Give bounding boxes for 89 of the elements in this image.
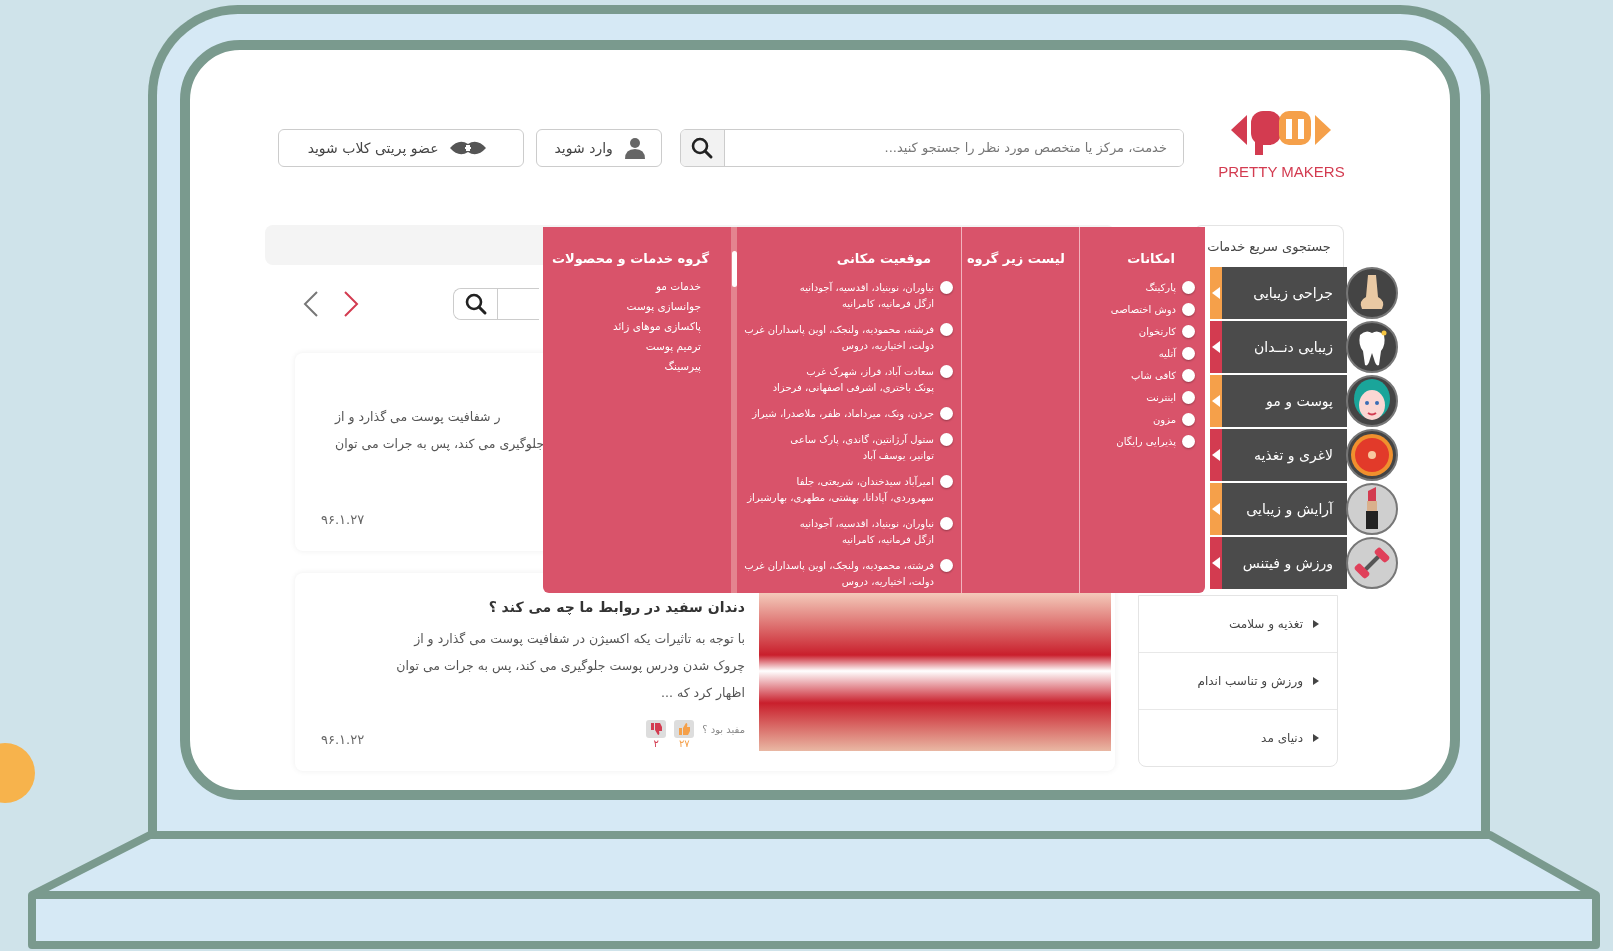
menu-link[interactable]: پاکسازی موهای زائد (543, 320, 701, 332)
menu-option[interactable]: امیرآباد سیدخندان، شریعتی، جلفا سهروردی، آپادانا، بهشتی، مطهری، بهارشیراز (737, 474, 953, 506)
radio-icon (1182, 369, 1195, 382)
lips-icon (448, 139, 487, 156)
radio-icon (940, 281, 953, 294)
menu-option[interactable]: مزون (1080, 412, 1195, 428)
category-label: آرایش و زیبایی (1246, 501, 1333, 517)
article-date: ۹۶.۱.۲۷ (321, 512, 365, 527)
radio-icon (940, 433, 953, 446)
category-link[interactable]: دنیای مد (1139, 710, 1337, 766)
face-icon (1346, 375, 1398, 427)
menu-link[interactable]: خدمات مو (543, 280, 701, 292)
article-title[interactable]: دندان سفید در روابط ما چه می کند ؟ (396, 599, 745, 615)
category-label: پوست و مو (1266, 393, 1333, 409)
menu-option[interactable]: کافی شاپ (1080, 368, 1195, 384)
search-button[interactable] (454, 289, 498, 319)
menu-option[interactable]: نیاوران، نوبنیاد، اقدسیه، آجودانیه ازگل فرمانیه، کامرانیه (737, 516, 953, 548)
radio-icon (940, 323, 953, 336)
category-label: لاغری و تغذیه (1253, 447, 1333, 463)
menu-option[interactable]: کارتخوان (1080, 324, 1195, 340)
radio-icon (1182, 281, 1195, 294)
category-link[interactable]: تغذیه و سلامت (1139, 596, 1337, 653)
menu-option[interactable]: فرشته، محمودیه، ولنجک، اوین پاسداران غرب دولت، اختیاریه، دروس (737, 558, 953, 590)
radio-icon (1182, 347, 1195, 360)
menu-option[interactable]: دوش اختصاصی (1080, 302, 1195, 318)
login-button[interactable]: وارد شوید (535, 128, 662, 167)
caret-icon (1313, 734, 1319, 742)
join-club-button[interactable]: عضو پریتی کلاب شوید (278, 128, 524, 167)
chevron-left-icon[interactable] (303, 290, 319, 318)
menu-option[interactable]: نیاوران، نوبنیاد، اقدسیه، آجودانیه ازگل فرمانیه، کامرانیه (737, 280, 953, 312)
category-label: زیبایی دنــدان (1253, 339, 1333, 355)
radio-icon (1182, 413, 1195, 426)
helpful-label: مفید بود ؟ (702, 724, 745, 735)
radio-icon (940, 365, 953, 378)
menu-column-title: امکانات (1126, 251, 1175, 266)
menu-option[interactable]: جردن، ونک، میرداماد، ظفر، ملاصدرا، شیراز (737, 406, 953, 422)
radio-icon (940, 559, 953, 572)
radio-icon (1182, 435, 1195, 448)
category-label: جراحی زیبایی (1253, 285, 1333, 301)
grapefruit-icon (1346, 429, 1398, 481)
radio-icon (1182, 303, 1195, 316)
menu-column-title: لیست زیر گروه (965, 251, 1065, 266)
category-item[interactable]: آرایش و زیبایی (1210, 483, 1347, 535)
chevron-right-icon[interactable] (343, 290, 359, 318)
caret-icon (1313, 620, 1319, 628)
thumbs-up-button[interactable] (674, 720, 695, 738)
category-link[interactable]: ورزش و تناسب اندام (1139, 653, 1337, 710)
scrollbar-thumb[interactable] (732, 251, 737, 287)
article-excerpt: با توجه به تاثیرات یکه اکسیژن در شفافیت پوست می گذارد و از چروک شدن ودرس پوست جلوگیری می کند، پس به جرات می توان اظهار کرد که ... (396, 630, 745, 702)
menu-link[interactable]: جوانسازی پوست (543, 300, 701, 312)
search-field[interactable]: خدمت، مرکز یا متخصص مورد نظر را جستجو کنید... (679, 128, 1184, 167)
article-excerpt: ر شفافیت پوست می گذارد و از جلوگیری می کند، پس به جرات می توان (335, 408, 545, 454)
search-icon (690, 135, 715, 160)
radio-icon (940, 407, 953, 420)
dislike-count: ۲ (653, 738, 659, 749)
menu-option[interactable]: پذیرایی رایگان (1080, 434, 1195, 450)
like-count: ۲۷ (678, 738, 690, 749)
category-item[interactable]: لاغری و تغذیه (1210, 429, 1347, 481)
radio-icon (940, 475, 953, 488)
menu-option[interactable]: پارکینگ (1080, 280, 1195, 296)
radio-icon (940, 517, 953, 530)
menu-link[interactable]: پیرسینگ (543, 360, 701, 372)
menu-link[interactable]: ترمیم پوست (543, 340, 701, 352)
category-item[interactable]: جراحی زیبایی (1210, 267, 1347, 319)
menu-column-title: گروه خدمات و محصولات (550, 251, 709, 266)
search-field[interactable] (453, 288, 539, 320)
menu-column-title: موقعیت مکانی (835, 251, 931, 266)
dumbbell-icon (1346, 537, 1398, 589)
radio-icon (1182, 325, 1195, 338)
menu-option[interactable]: فرشته، محمودیه، ولنجک، اوین پاسداران غرب دولت، اختیاریه، دروس (737, 322, 953, 354)
nose-icon (1346, 267, 1398, 319)
category-label: ورزش و فیتنس (1242, 555, 1333, 571)
menu-option[interactable]: سعادت آباد، فراز، شهرک غرب پونک باختری، اشرفی اصفهانی، فرحزاد (737, 364, 953, 396)
menu-option[interactable]: ستول آرژانتین، گاندی، پارک ساعی توانیر، یوسف آباد (737, 432, 953, 464)
menu-option[interactable]: اینترنت (1080, 390, 1195, 406)
search-button[interactable] (680, 129, 725, 166)
logo-text: PRETTY MAKERS (1218, 163, 1345, 180)
caret-icon (1313, 677, 1319, 685)
category-item[interactable]: زیبایی دنــدان (1210, 321, 1347, 373)
person-icon (622, 136, 647, 159)
thumbs-down-button[interactable] (646, 720, 667, 738)
lipstick-icon (1346, 483, 1398, 535)
article-date: ۹۶.۱.۲۲ (321, 732, 365, 747)
tooth-icon (1346, 321, 1398, 373)
radio-icon (1182, 391, 1195, 404)
menu-option[interactable]: آتلیه (1080, 346, 1195, 362)
search-icon (463, 292, 488, 316)
category-item[interactable]: پوست و مو (1210, 375, 1347, 427)
category-item[interactable]: ورزش و فیتنس (1210, 537, 1347, 589)
